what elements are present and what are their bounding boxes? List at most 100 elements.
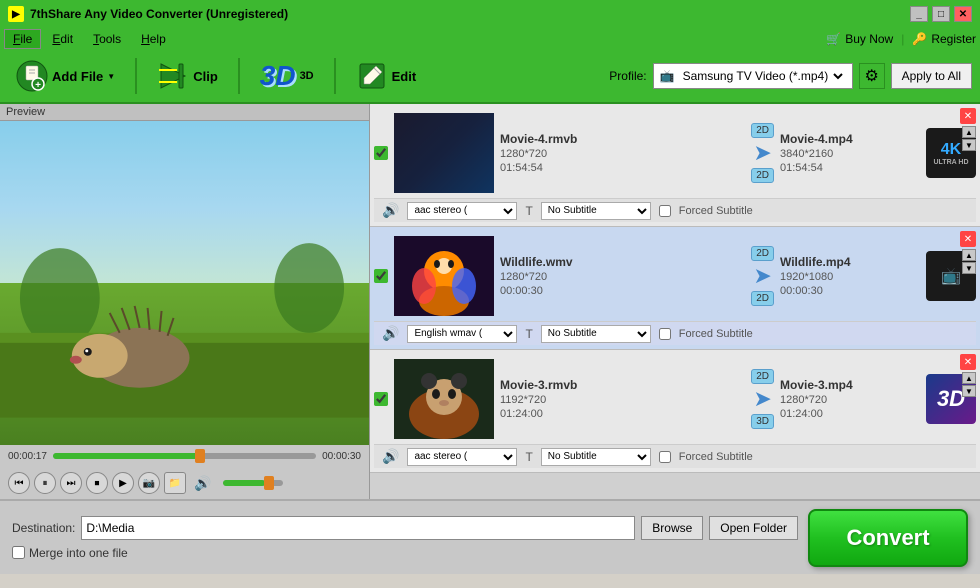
register-label: Register <box>931 32 976 46</box>
output-dims-3: 1280*720 <box>780 394 827 406</box>
file-output-1: Movie-4.mp4 3840*2160 01:54:54 <box>780 132 920 174</box>
pause-button[interactable]: ⏸ <box>34 472 56 494</box>
profile-settings-button[interactable]: ⚙ <box>859 63 885 89</box>
play-button[interactable]: ▶ <box>112 472 134 494</box>
file-up-button-2[interactable]: ▲ <box>962 249 976 261</box>
minimize-button[interactable]: _ <box>910 6 928 22</box>
progress-bar-container: 00:00:17 00:00:30 <box>0 445 369 467</box>
file-duration-1: 01:54:54 <box>500 162 745 174</box>
audio-select-3[interactable]: aac stereo ( <box>407 448 517 466</box>
screenshot-button[interactable]: 📷 <box>138 472 160 494</box>
clip-icon <box>157 60 189 92</box>
convert-button[interactable]: Convert <box>808 509 968 567</box>
t-icon-3: T <box>525 450 532 464</box>
convert-arrow-2: 2D ➤ 2D <box>751 246 774 306</box>
profile-select[interactable]: 📺 Samsung TV Video (*.mp4) <box>653 63 853 89</box>
file-thumbnail-3 <box>394 359 494 439</box>
audio-select-1[interactable]: aac stereo ( <box>407 202 517 220</box>
file-down-button-3[interactable]: ▼ <box>962 385 976 397</box>
forced-subtitle-check-1[interactable] <box>659 205 671 217</box>
file-thumbnail-2 <box>394 236 494 316</box>
output-name-2: Wildlife.mp4 <box>780 255 851 269</box>
window-title: 7thShare Any Video Converter (Unregister… <box>30 7 910 21</box>
ultra-hd-label: ULTRA HD <box>934 159 969 166</box>
file-close-button-1[interactable]: ✕ <box>960 108 976 124</box>
menu-file[interactable]: File <box>4 29 41 49</box>
file-checkbox-3[interactable] <box>374 392 388 406</box>
add-file-dropdown-icon[interactable]: ▼ <box>107 72 115 81</box>
open-folder-button[interactable]: Open Folder <box>709 516 798 540</box>
input-2d-badge-2: 2D <box>751 246 774 261</box>
output-dims-2: 1920*1080 <box>780 271 833 283</box>
file-close-button-3[interactable]: ✕ <box>960 354 976 370</box>
volume-slider[interactable] <box>223 480 283 486</box>
menu-edit[interactable]: Edit <box>43 29 82 49</box>
subtitle-select-1[interactable]: No Subtitle <box>541 202 651 220</box>
file-dims-1: 1280*720 <box>500 148 745 160</box>
close-button[interactable]: ✕ <box>954 6 972 22</box>
audio-select-2[interactable]: English wmav ( <box>407 325 517 343</box>
file-item-1: Movie-4.rmvb 1280*720 01:54:54 2D ➤ 2D M… <box>370 104 980 227</box>
3d-label: 3D <box>300 70 314 82</box>
window-controls[interactable]: _ □ ✕ <box>910 6 972 22</box>
skip-back-button[interactable]: ⏮ <box>8 472 30 494</box>
output-duration-1: 01:54:54 <box>780 162 823 174</box>
tv-badge-text: 📺 <box>941 266 961 286</box>
apply-to-all-button[interactable]: Apply to All <box>891 63 972 89</box>
forced-subtitle-check-2[interactable] <box>659 328 671 340</box>
subtitle-select-3[interactable]: No Subtitle <box>541 448 651 466</box>
time-elapsed: 00:00:17 <box>8 451 47 462</box>
progress-thumb[interactable] <box>195 449 205 463</box>
stop-button[interactable]: ⏹ <box>86 472 108 494</box>
file-checkbox-2[interactable] <box>374 269 388 283</box>
buy-now-button[interactable]: 🛒 Buy Now <box>826 32 893 46</box>
destination-input[interactable] <box>81 516 635 540</box>
3d-icon: 3D <box>260 60 296 92</box>
file-close-button-2[interactable]: ✕ <box>960 231 976 247</box>
forced-subtitle-check-3[interactable] <box>659 451 671 463</box>
toolbar: + Add File ▼ Clip 3D 3D <box>0 50 980 104</box>
file-item-top-1: Movie-4.rmvb 1280*720 01:54:54 2D ➤ 2D M… <box>374 108 976 198</box>
file-checkbox-1[interactable] <box>374 146 388 160</box>
subtitle-row-3: 🔊 aac stereo ( T No Subtitle Forced Subt… <box>374 444 976 468</box>
clip-button[interactable]: Clip <box>149 56 226 96</box>
fast-forward-button[interactable]: ⏭ <box>60 472 82 494</box>
file-name-3: Movie-3.rmvb <box>500 378 745 392</box>
buy-now-label: Buy Now <box>845 32 893 46</box>
add-file-button[interactable]: + Add File ▼ <box>8 56 123 96</box>
file-up-button-3[interactable]: ▲ <box>962 372 976 384</box>
volume-thumb[interactable] <box>264 476 274 490</box>
file-up-button-1[interactable]: ▲ <box>962 126 976 138</box>
browse-button[interactable]: Browse <box>641 516 703 540</box>
file-arrows-3: ▲ ▼ <box>962 372 976 397</box>
file-item-wrapper-1: Movie-4.rmvb 1280*720 01:54:54 2D ➤ 2D M… <box>370 104 980 227</box>
edit-button[interactable]: Edit <box>348 56 425 96</box>
merge-checkbox[interactable] <box>12 546 25 559</box>
progress-track[interactable] <box>53 453 316 459</box>
file-arrows-1: ▲ ▼ <box>962 126 976 151</box>
profile-area: Profile: 📺 Samsung TV Video (*.mp4) ⚙ Ap… <box>609 63 972 89</box>
convert-arrow-1: 2D ➤ 2D <box>751 123 774 183</box>
menu-help[interactable]: Help <box>132 29 175 49</box>
bottom-bar: Destination: Browse Open Folder Merge in… <box>0 499 980 574</box>
file-down-button-2[interactable]: ▼ <box>962 262 976 274</box>
menu-tools[interactable]: Tools <box>84 29 130 49</box>
3d-button[interactable]: 3D 3D <box>252 56 322 96</box>
file-arrows-2: ▲ ▼ <box>962 249 976 274</box>
progress-fill <box>53 453 198 459</box>
subtitle-select-2[interactable]: No Subtitle <box>541 325 651 343</box>
forced-subtitle-label-1: Forced Subtitle <box>679 205 753 217</box>
file-down-button-1[interactable]: ▼ <box>962 139 976 151</box>
register-button[interactable]: 🔑 Register <box>912 32 976 46</box>
output-2d-badge-1: 2D <box>751 168 774 183</box>
convert-arrow-3: 2D ➤ 3D <box>751 369 774 429</box>
maximize-button[interactable]: □ <box>932 6 950 22</box>
file-item-2: Wildlife.wmv 1280*720 00:00:30 2D ➤ 2D W… <box>370 227 980 350</box>
preview-image <box>0 121 369 445</box>
file-item-top-3: Movie-3.rmvb 1192*720 01:24:00 2D ➤ 3D M… <box>374 354 976 444</box>
output-duration-2: 00:00:30 <box>780 285 823 297</box>
folder-button[interactable]: 📁 <box>164 472 186 494</box>
file-output-2: Wildlife.mp4 1920*1080 00:00:30 <box>780 255 920 297</box>
profile-dropdown[interactable]: Samsung TV Video (*.mp4) <box>679 68 846 84</box>
destination-label: Destination: <box>12 521 75 535</box>
